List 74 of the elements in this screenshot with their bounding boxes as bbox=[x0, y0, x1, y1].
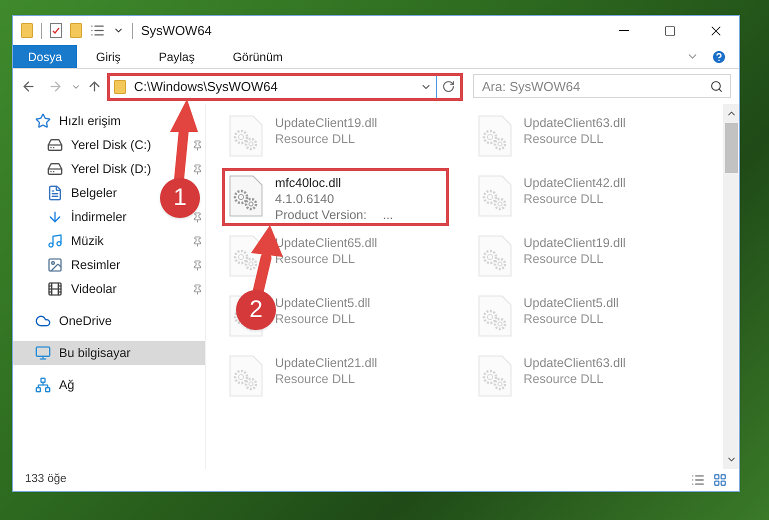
up-icon[interactable] bbox=[87, 79, 102, 94]
ribbon-tab[interactable]: Görünüm bbox=[218, 45, 298, 68]
ribbon-tab[interactable]: Dosya bbox=[13, 45, 78, 68]
pin-icon[interactable] bbox=[192, 260, 203, 270]
help-icon[interactable] bbox=[711, 48, 727, 64]
item-count: 133 öğe bbox=[25, 472, 67, 488]
properties-icon[interactable] bbox=[50, 23, 62, 38]
nav-item[interactable]: Videolar bbox=[71, 280, 117, 298]
window-title: SysWOW64 bbox=[141, 22, 212, 40]
gear-file-icon bbox=[478, 115, 512, 157]
file-detail: Product Version: bbox=[275, 207, 367, 223]
pin-icon[interactable] bbox=[192, 236, 203, 246]
pin-icon[interactable] bbox=[192, 284, 203, 294]
file-detail: Resource DLL bbox=[524, 311, 604, 327]
nav-item[interactable]: İndirmeler bbox=[71, 208, 127, 226]
pin-icon[interactable] bbox=[192, 212, 203, 222]
file-detail: Resource DLL bbox=[524, 191, 604, 207]
monitor-icon bbox=[35, 345, 51, 361]
file-detail: 4.1.0.6140 bbox=[275, 191, 336, 207]
address-path: C:\Windows\SysWOW64 bbox=[134, 78, 278, 96]
nav-item[interactable]: Resimler bbox=[71, 256, 120, 274]
details-view-icon[interactable] bbox=[691, 473, 705, 487]
scrollbar[interactable] bbox=[723, 104, 739, 469]
nav-item[interactable]: OneDrive bbox=[59, 312, 112, 330]
nav-item[interactable]: Belgeler bbox=[71, 184, 117, 202]
search-field[interactable]: Ara: SysWOW64 bbox=[473, 74, 731, 98]
scrollbar-thumb[interactable] bbox=[724, 123, 738, 173]
nav-item[interactable]: Ağ bbox=[59, 376, 74, 394]
gear-file-icon bbox=[229, 235, 263, 277]
cloud-icon bbox=[35, 313, 51, 329]
pin-icon[interactable] bbox=[192, 140, 203, 150]
gear-file-icon bbox=[478, 235, 512, 277]
file-detail: Resource DLL bbox=[275, 131, 356, 147]
download-icon bbox=[47, 209, 63, 225]
drive-icon bbox=[47, 161, 63, 177]
network-icon bbox=[35, 377, 51, 393]
view-list-icon[interactable] bbox=[90, 23, 105, 38]
back-icon[interactable] bbox=[21, 79, 36, 94]
refresh-icon[interactable] bbox=[442, 80, 455, 93]
maximize-icon bbox=[664, 24, 676, 36]
file-detail: Resource DLL bbox=[275, 371, 356, 387]
folder-icon bbox=[114, 80, 126, 94]
picture-icon bbox=[47, 257, 63, 273]
pin-icon[interactable] bbox=[192, 164, 203, 174]
drive-icon bbox=[47, 137, 63, 153]
nav-item[interactable]: Yerel Disk (D:) bbox=[71, 160, 152, 178]
gear-file-icon bbox=[229, 115, 263, 157]
nav-item-highlight[interactable]: Bu bilgisayar bbox=[13, 341, 205, 365]
file-name[interactable]: mfc40loc.dll bbox=[275, 175, 394, 191]
minimize-icon bbox=[619, 30, 629, 31]
gear-file-icon bbox=[478, 355, 512, 397]
file-detail: Resource DLL bbox=[524, 371, 604, 387]
nav-item[interactable]: Hızlı erişim bbox=[59, 112, 121, 130]
ribbon-tab[interactable]: Giriş bbox=[81, 45, 136, 68]
file-detail: Resource DLL bbox=[524, 131, 604, 147]
document-icon bbox=[47, 185, 63, 201]
ribbon-tab[interactable]: Paylaş bbox=[144, 45, 210, 68]
file-detail: Resource DLL bbox=[524, 251, 604, 267]
star-icon bbox=[35, 113, 51, 129]
nav-item[interactable]: Müzik bbox=[71, 232, 104, 250]
nav-item[interactable]: Yerel Disk (C:) bbox=[71, 136, 152, 154]
gear-file-icon bbox=[478, 175, 512, 217]
film-icon bbox=[47, 281, 63, 297]
file-detail: ... bbox=[382, 207, 394, 223]
tiles-view-icon[interactable] bbox=[713, 473, 727, 487]
gear-file-icon bbox=[229, 175, 263, 217]
highlight-frame[interactable]: mfc40loc.dll 4.1.0.6140 Product Version: ... bbox=[222, 168, 449, 226]
music-note-icon bbox=[47, 233, 63, 249]
address-field[interactable]: C:\Windows\SysWOW64 bbox=[110, 76, 436, 98]
search-icon[interactable] bbox=[710, 80, 723, 94]
gear-file-icon bbox=[478, 295, 512, 337]
gear-file-icon bbox=[229, 355, 263, 397]
file-detail: Resource DLL bbox=[275, 311, 356, 327]
nav-item[interactable]: Bu bilgisayar bbox=[59, 344, 131, 362]
